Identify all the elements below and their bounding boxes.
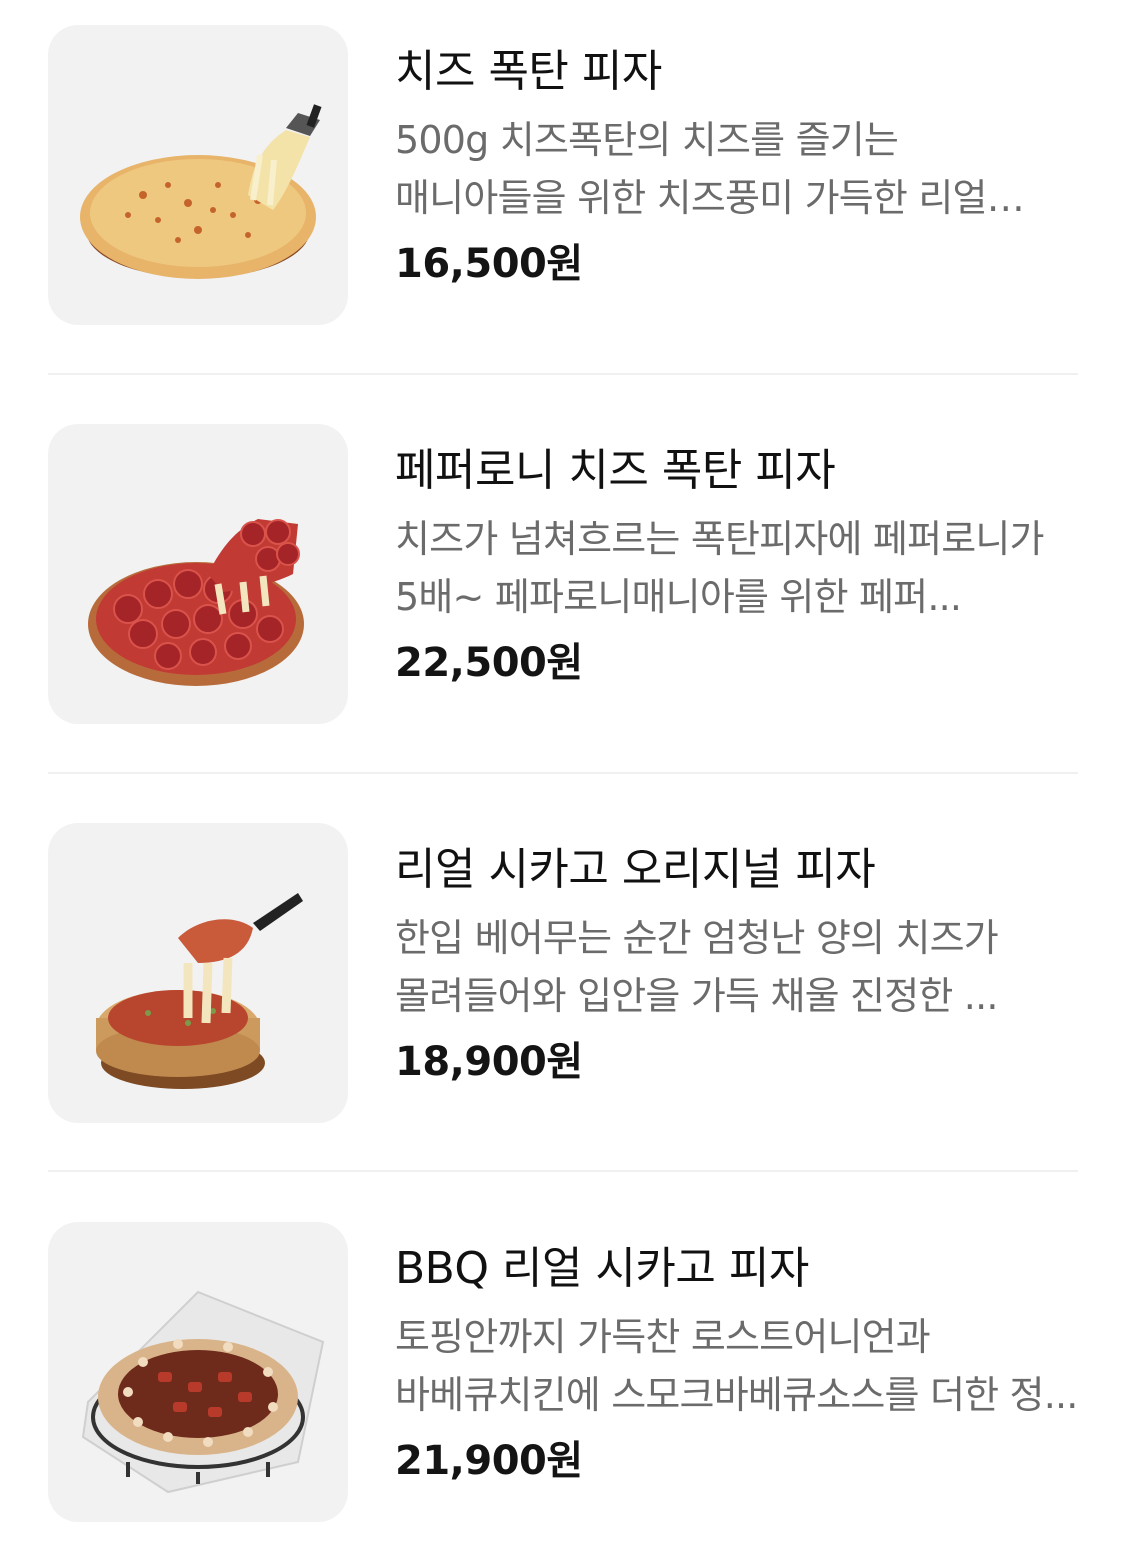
menu-item-price: 21,900원 bbox=[395, 1438, 583, 1484]
bbq-pizza-image bbox=[48, 1222, 348, 1522]
menu-item-description: 500g 치즈폭탄의 치즈를 즐기는 매니아들을 위한 치즈풍미 가득한 리얼 … bbox=[395, 118, 987, 220]
pepperoni-pizza-image bbox=[48, 424, 348, 724]
menu-list: 치즈 폭탄 피자 500g 치즈폭탄의 치즈를 즐기는 매니아들을 위한 치즈풍… bbox=[0, 0, 1125, 1559]
menu-item-pepperoni-cheese-bomb[interactable]: 페퍼로니 치즈 폭탄 피자 치즈가 넘쳐흐르는 폭탄피자에 페퍼로니가 5배~ … bbox=[48, 424, 1078, 724]
menu-item-name: 페퍼로니 치즈 폭탄 피자 bbox=[395, 445, 836, 496]
divider bbox=[48, 1170, 1078, 1172]
menu-item-price: 16,500원 bbox=[395, 241, 583, 287]
menu-item-price: 22,500원 bbox=[395, 640, 583, 686]
menu-item-info: BBQ 리얼 시카고 피자 토핑안까지 가득찬 로스트어니언과 바베큐치킨에 스… bbox=[395, 1222, 1078, 1486]
menu-item-real-chicago-original[interactable]: 리얼 시카고 오리지널 피자 한입 베어무는 순간 엄청난 양의 치즈가 몰려들… bbox=[48, 823, 1078, 1123]
menu-item-price: 18,900원 bbox=[395, 1039, 583, 1085]
menu-item-bbq-real-chicago[interactable]: BBQ 리얼 시카고 피자 토핑안까지 가득찬 로스트어니언과 바베큐치킨에 스… bbox=[48, 1222, 1078, 1522]
menu-item-name: BBQ 리얼 시카고 피자 bbox=[395, 1243, 809, 1294]
menu-item-description: 토핑안까지 가득찬 로스트어니언과 바베큐치킨에 스모크바베큐소스를 더한 정.… bbox=[395, 1315, 1078, 1417]
menu-item-name: 치즈 폭탄 피자 bbox=[395, 46, 662, 97]
menu-item-description: 한입 베어무는 순간 엄청난 양의 치즈가 몰려들어와 입안을 가득 채울 진정… bbox=[395, 916, 999, 1018]
menu-item-cheese-bomb[interactable]: 치즈 폭탄 피자 500g 치즈폭탄의 치즈를 즐기는 매니아들을 위한 치즈풍… bbox=[48, 25, 1078, 325]
divider bbox=[48, 772, 1078, 774]
cheese-pizza-image bbox=[48, 25, 348, 325]
menu-item-info: 리얼 시카고 오리지널 피자 한입 베어무는 순간 엄청난 양의 치즈가 몰려들… bbox=[395, 823, 1078, 1087]
menu-item-description: 치즈가 넘쳐흐르는 폭탄피자에 페퍼로니가 5배~ 페파로니매니아를 위한 페퍼… bbox=[395, 517, 1045, 619]
menu-item-name: 리얼 시카고 오리지널 피자 bbox=[395, 844, 876, 895]
menu-item-info: 페퍼로니 치즈 폭탄 피자 치즈가 넘쳐흐르는 폭탄피자에 페퍼로니가 5배~ … bbox=[395, 424, 1078, 688]
chicago-pizza-image bbox=[48, 823, 348, 1123]
divider bbox=[48, 373, 1078, 375]
menu-item-info: 치즈 폭탄 피자 500g 치즈폭탄의 치즈를 즐기는 매니아들을 위한 치즈풍… bbox=[395, 25, 1078, 289]
